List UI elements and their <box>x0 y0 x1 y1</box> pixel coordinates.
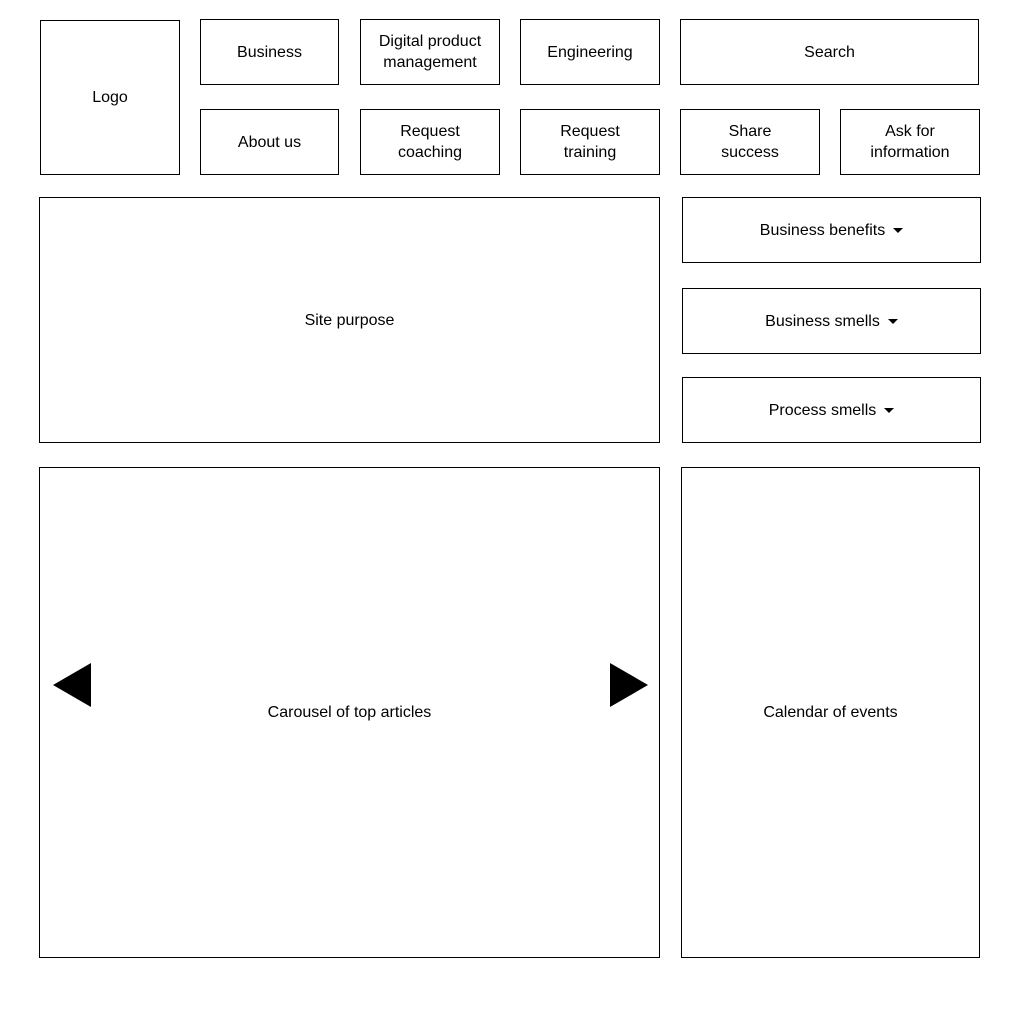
calendar-of-events: Calendar of events <box>681 467 980 958</box>
caret-down-icon <box>893 227 904 233</box>
nav-label: Request coaching <box>397 123 463 161</box>
nav-label: Engineering <box>547 43 633 61</box>
nav-label: Request training <box>560 123 620 161</box>
triangle-right-icon[interactable] <box>610 663 648 707</box>
dropdown-label: Business benefits <box>759 221 886 239</box>
search-label: Search <box>804 43 855 61</box>
caret-down-icon <box>884 407 895 413</box>
search-input[interactable]: Search <box>680 19 979 85</box>
nav-engineering[interactable]: Engineering <box>520 19 660 85</box>
nav-ask-for-information[interactable]: Ask for information <box>840 109 980 175</box>
nav-about-us[interactable]: About us <box>200 109 339 175</box>
nav-label: Share success <box>721 123 779 161</box>
nav-label: Business <box>237 43 302 61</box>
nav-business[interactable]: Business <box>200 19 339 85</box>
logo-label: Logo <box>92 89 128 106</box>
site-purpose-panel: Site purpose <box>39 197 660 443</box>
nav-label: Digital product management <box>378 33 482 71</box>
nav-share-success[interactable]: Share success <box>680 109 820 175</box>
triangle-left-icon[interactable] <box>53 663 91 707</box>
nav-label: About us <box>237 133 302 151</box>
dropdown-business-smells[interactable]: Business smells <box>682 288 981 354</box>
nav-request-coaching[interactable]: Request coaching <box>360 109 500 175</box>
calendar-label: Calendar of events <box>763 704 898 721</box>
dropdown-business-benefits[interactable]: Business benefits <box>682 197 981 263</box>
site-purpose-label: Site purpose <box>304 311 395 329</box>
dropdown-label: Business smells <box>765 312 880 330</box>
nav-request-training[interactable]: Request training <box>520 109 660 175</box>
nav-label: Ask for information <box>870 123 950 161</box>
logo[interactable]: Logo <box>40 20 180 175</box>
carousel-label: Carousel of top articles <box>267 704 432 721</box>
caret-down-icon <box>887 318 898 324</box>
carousel: Carousel of top articles <box>39 467 660 958</box>
dropdown-process-smells[interactable]: Process smells <box>682 377 981 443</box>
nav-digital-product-management[interactable]: Digital product management <box>360 19 500 85</box>
dropdown-label: Process smells <box>768 401 877 419</box>
